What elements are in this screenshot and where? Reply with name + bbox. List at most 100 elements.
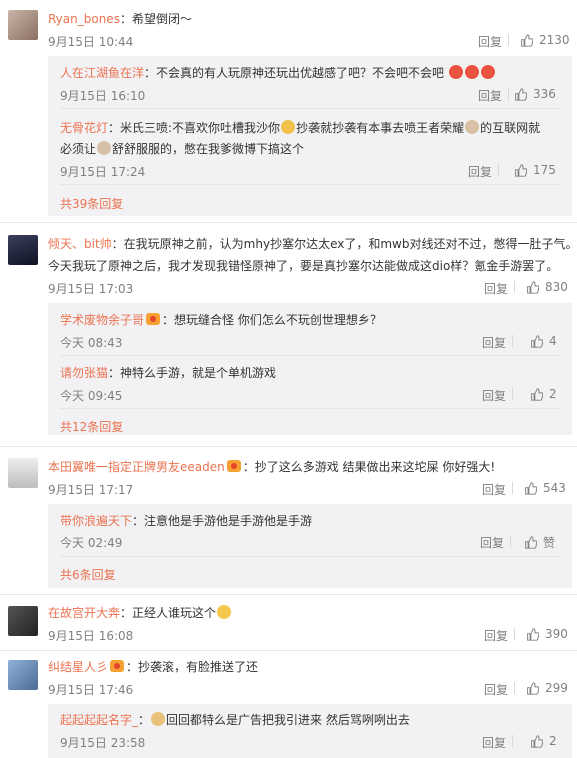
like-count: 赞 — [543, 536, 556, 550]
angry-emoji-icon — [480, 65, 495, 79]
user-name[interactable]: 在故宫开大奔 — [48, 606, 120, 620]
reply-button[interactable]: 回复 — [478, 33, 502, 50]
user-name[interactable]: 带你浪遍天下 — [60, 514, 132, 528]
avatar[interactable] — [8, 235, 38, 265]
more-replies-link[interactable]: 共39条回复 — [60, 195, 123, 212]
comment-divider — [0, 594, 577, 595]
timestamp: 9月15日 16:08 — [48, 629, 134, 643]
divider — [60, 108, 560, 109]
like-button[interactable]: 2 — [530, 387, 557, 401]
angry-emoji-icon — [448, 65, 463, 79]
divider — [512, 482, 513, 494]
like-count: 2130 — [539, 33, 570, 47]
user-name[interactable]: 纠结星人彡 — [48, 660, 108, 674]
reply-button[interactable]: 回复 — [482, 334, 506, 351]
reply-button[interactable]: 回复 — [482, 734, 506, 751]
avatar[interactable] — [8, 606, 38, 636]
comment-text: ：正经人谁玩这个 — [120, 606, 217, 620]
reply-body: 人在江湖鱼在洋：不会真的有人玩原神还玩出优越感了吧？不会吧不会吧 — [60, 64, 496, 81]
reply-button[interactable]: 回复 — [468, 163, 492, 180]
like-button[interactable]: 543 — [524, 481, 566, 495]
vip-badge-icon — [146, 313, 161, 325]
user-name[interactable]: 倾天、bit帅 — [48, 237, 112, 251]
like-button[interactable]: 2130 — [520, 33, 570, 47]
divider — [514, 682, 515, 694]
thumbs-up-icon — [515, 163, 527, 177]
like-button[interactable]: 2 — [530, 734, 557, 748]
reply-text: ：米氏三喷:不喜欢你吐槽我沙你 — [108, 121, 281, 135]
like-button[interactable]: 390 — [526, 627, 568, 641]
divider — [60, 408, 560, 409]
avatar[interactable] — [8, 458, 38, 488]
like-button[interactable]: 赞 — [524, 534, 555, 551]
reply-text: ：神特么手游，就是个单机游戏 — [108, 366, 277, 380]
divider — [510, 535, 511, 547]
timestamp: 9月15日 17:03 — [48, 282, 134, 296]
like-count: 2 — [549, 387, 557, 401]
thumbs-up-icon — [527, 280, 539, 294]
like-count: 830 — [545, 280, 568, 294]
reply-button[interactable]: 回复 — [484, 681, 508, 698]
reply-text: 必须让 — [60, 142, 97, 156]
smile-emoji-icon — [97, 141, 112, 155]
like-count: 299 — [545, 681, 568, 695]
reply-button[interactable]: 回复 — [482, 387, 506, 404]
vip-badge-icon — [110, 660, 125, 672]
thumbs-up-icon — [527, 681, 539, 695]
user-name[interactable]: 请勿张猫 — [60, 366, 108, 380]
smile-emoji-icon — [465, 120, 480, 134]
divider — [514, 628, 515, 640]
reply-button[interactable]: 回复 — [478, 87, 502, 104]
like-button[interactable]: 830 — [526, 280, 568, 294]
avatar[interactable] — [8, 660, 38, 690]
thumbs-up-icon — [527, 627, 539, 641]
thumbs-up-icon — [525, 536, 537, 549]
vip-badge-icon — [226, 460, 241, 472]
timestamp: 今天 02:49 — [60, 536, 123, 550]
comment-text: ：抄袭滚，有脸推送了还 — [126, 660, 259, 674]
like-count: 4 — [549, 334, 557, 348]
user-name[interactable]: 本田翼唯一指定正牌男友eeaden — [48, 460, 225, 474]
timestamp: 9月15日 17:46 — [48, 683, 134, 697]
comment-text: 今天我玩了原神之后，我才发现我错怪原神了，要是真抄塞尔达能做成这dio样？氪金手… — [48, 259, 559, 273]
divider — [60, 556, 560, 557]
reply-text: ： — [138, 713, 151, 727]
user-name[interactable]: 人在江湖鱼在洋 — [60, 66, 144, 80]
reply-text: ：注意他是手游他是手游他是手游 — [132, 514, 313, 528]
like-count: 390 — [545, 627, 568, 641]
reply-button[interactable]: 回复 — [484, 280, 508, 297]
divider — [512, 388, 513, 400]
divider — [514, 281, 515, 293]
reply-text: 的互联网就 — [480, 121, 541, 135]
reply-button[interactable]: 回复 — [484, 627, 508, 644]
like-button[interactable]: 336 — [514, 87, 556, 101]
like-button[interactable]: 299 — [526, 681, 568, 695]
divider — [512, 735, 513, 747]
thumbs-up-icon — [525, 481, 537, 495]
thumbs-up-icon — [531, 734, 543, 748]
timestamp: 9月15日 17:17 — [48, 483, 134, 497]
laughing-emoji-icon — [217, 605, 232, 619]
user-name[interactable]: 无骨花灯 — [60, 121, 108, 135]
reply-body: 无骨花灯：米氏三喷:不喜欢你吐槽我沙你 抄袭就抄袭有本事去喷王者荣耀 的互联网就 — [60, 119, 540, 136]
avatar[interactable] — [8, 10, 38, 40]
comment-divider — [0, 446, 577, 447]
like-button[interactable]: 175 — [514, 163, 556, 177]
timestamp: 9月15日 17:24 — [60, 165, 146, 179]
reply-button[interactable]: 回复 — [482, 481, 506, 498]
reply-text: ：不会真的有人玩原神还玩出优越感了吧？不会吧不会吧 — [144, 66, 445, 80]
timestamp: 9月15日 10:44 — [48, 35, 134, 49]
like-button[interactable]: 4 — [530, 334, 557, 348]
thumbs-up-icon — [531, 387, 543, 401]
like-count: 336 — [533, 87, 556, 101]
comment-text: ：抄了这么多游戏 结果做出来这坨屎 你好强大! — [242, 460, 496, 474]
reply-body: 学术废物余子哥 ：想玩缝合怪 你们怎么不玩创世理想乡？ — [60, 311, 382, 328]
user-name[interactable]: 起起起起名字_ — [60, 713, 138, 727]
user-name[interactable]: Ryan_bones — [48, 12, 120, 26]
more-replies-link[interactable]: 共12条回复 — [60, 418, 123, 435]
timestamp: 今天 09:45 — [60, 389, 123, 403]
user-name[interactable]: 学术废物余子哥 — [60, 313, 144, 327]
more-replies-link[interactable]: 共6条回复 — [60, 566, 116, 583]
doge-emoji-icon — [151, 712, 166, 726]
reply-button[interactable]: 回复 — [480, 534, 504, 551]
